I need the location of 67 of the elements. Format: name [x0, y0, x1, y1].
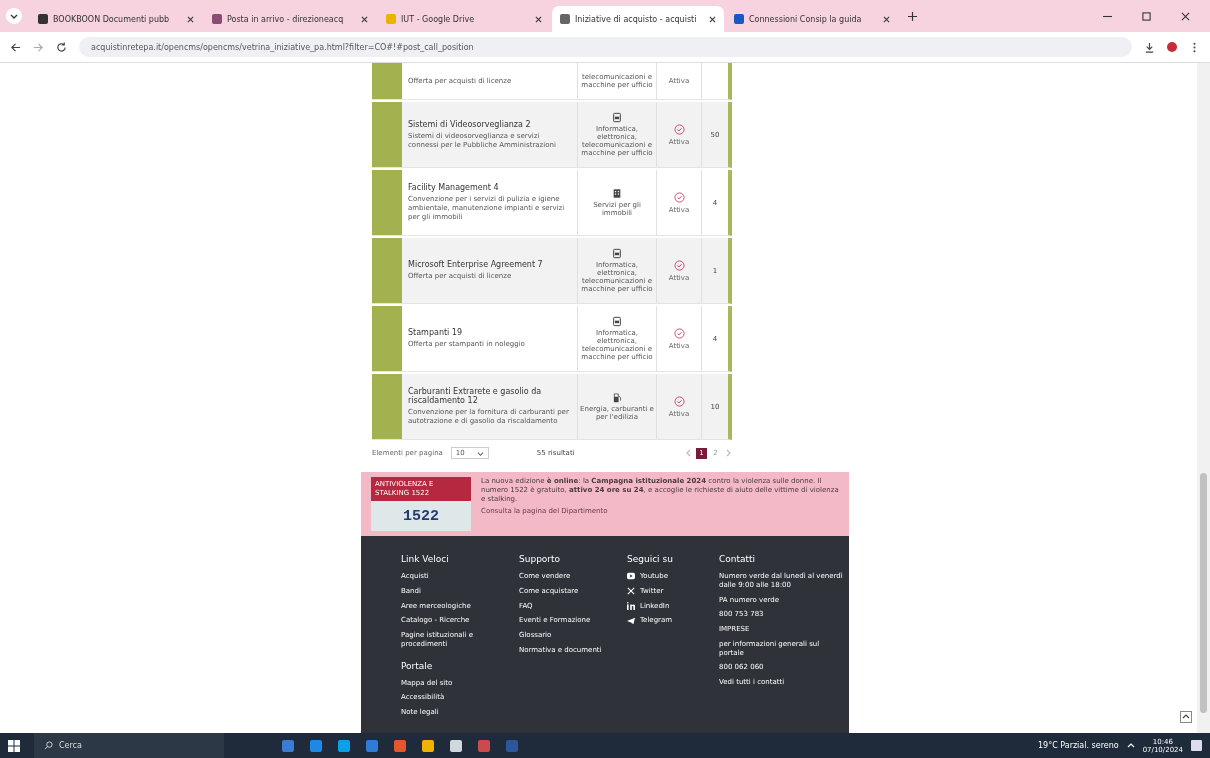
chevron-up-icon[interactable]: [1126, 741, 1135, 750]
initiative-title[interactable]: Stampanti 19: [408, 328, 571, 338]
printer-icon: [612, 247, 622, 259]
scrollbar-thumb[interactable]: [1200, 473, 1207, 713]
restore-icon[interactable]: [1142, 11, 1151, 21]
weather-text[interactable]: 19°C Parzial. sereno: [1037, 741, 1119, 750]
initiative-title[interactable]: Microsoft Enterprise Agreement 7: [408, 260, 571, 270]
check-circle-icon: [673, 191, 685, 203]
row-strip: [372, 63, 402, 99]
tab-favicon-icon: [212, 14, 222, 24]
scrollbar[interactable]: [1197, 63, 1210, 733]
taskbar-app-icon[interactable]: [422, 739, 434, 752]
windows-start-icon[interactable]: [8, 739, 20, 752]
taskbar-app-icon[interactable]: [450, 739, 462, 752]
check-circle-icon: [673, 327, 685, 339]
paper-plane-icon: [627, 616, 635, 625]
close-icon[interactable]: [1181, 11, 1190, 21]
close-icon[interactable]: [709, 15, 716, 23]
close-icon[interactable]: [361, 15, 368, 23]
close-icon[interactable]: [187, 15, 194, 23]
address-bar[interactable]: acquistinretepa.it/opencms/opencms/vetrina_iniziative_pa.html?filter=CO#!#post_call_position: [79, 37, 1132, 57]
footer-heading: Supporto: [519, 554, 561, 564]
back-arrow-icon[interactable]: [10, 41, 21, 53]
download-icon[interactable]: [1144, 41, 1155, 53]
check-circle-icon: [673, 259, 685, 271]
close-icon[interactable]: [883, 15, 890, 23]
x-icon: [627, 587, 635, 596]
tab-favicon-icon: [386, 14, 396, 24]
tab-favicon-icon: [734, 14, 744, 24]
building-icon: [612, 187, 622, 199]
browser-tab[interactable]: Iniziative di acquisto - acquisti: [552, 6, 724, 32]
play-icon: [627, 572, 635, 581]
scroll-up-icon[interactable]: [1180, 711, 1192, 723]
browser-tab[interactable]: Posta in arrivo - direzioneacq: [204, 6, 376, 32]
row-strip: [372, 170, 402, 235]
row-strip: [372, 374, 402, 439]
footer-heading: Contatti: [719, 554, 756, 564]
profile-icon[interactable]: [1167, 42, 1177, 52]
search-icon: [44, 741, 53, 750]
initiative-title[interactable]: Carburanti Extrarete e gasolio da riscaldamento 12: [408, 387, 571, 406]
caret-icon: [476, 449, 484, 457]
fuel-pump-icon: [612, 391, 622, 403]
tab-search-icon[interactable]: [6, 8, 22, 24]
row-strip: [372, 102, 402, 167]
tab-favicon-icon: [560, 14, 570, 24]
taskbar-app-icon[interactable]: [338, 739, 350, 752]
tab-favicon-icon: [38, 14, 48, 24]
browser-tab[interactable]: BOOKBOON Documenti pubb: [30, 6, 202, 32]
initiative-title[interactable]: Facility Management 4: [408, 183, 571, 193]
footer-heading: Portale: [401, 660, 433, 671]
footer-heading: Link Veloci: [401, 554, 449, 564]
linkedin-icon: [627, 601, 635, 610]
browser-tab[interactable]: IUT - Google Drive: [378, 6, 550, 32]
footer-heading: Seguici su: [627, 554, 673, 564]
printer-icon: [612, 111, 622, 123]
browser-tab[interactable]: Connessioni Consip la guida: [726, 6, 898, 32]
helpline-number: 1522: [402, 506, 440, 527]
reload-icon[interactable]: [56, 41, 67, 53]
row-strip: [372, 306, 402, 371]
printer-icon: [612, 315, 622, 327]
initiative-title[interactable]: Sistemi di Videosorveglianza 2: [408, 119, 571, 129]
close-icon[interactable]: [535, 15, 542, 23]
check-circle-icon: [673, 123, 685, 135]
check-circle-icon: [673, 395, 685, 407]
new-tab-icon[interactable]: [908, 11, 917, 21]
row-strip: [372, 238, 402, 303]
taskbar-search-field[interactable]: Cerca: [34, 733, 224, 758]
